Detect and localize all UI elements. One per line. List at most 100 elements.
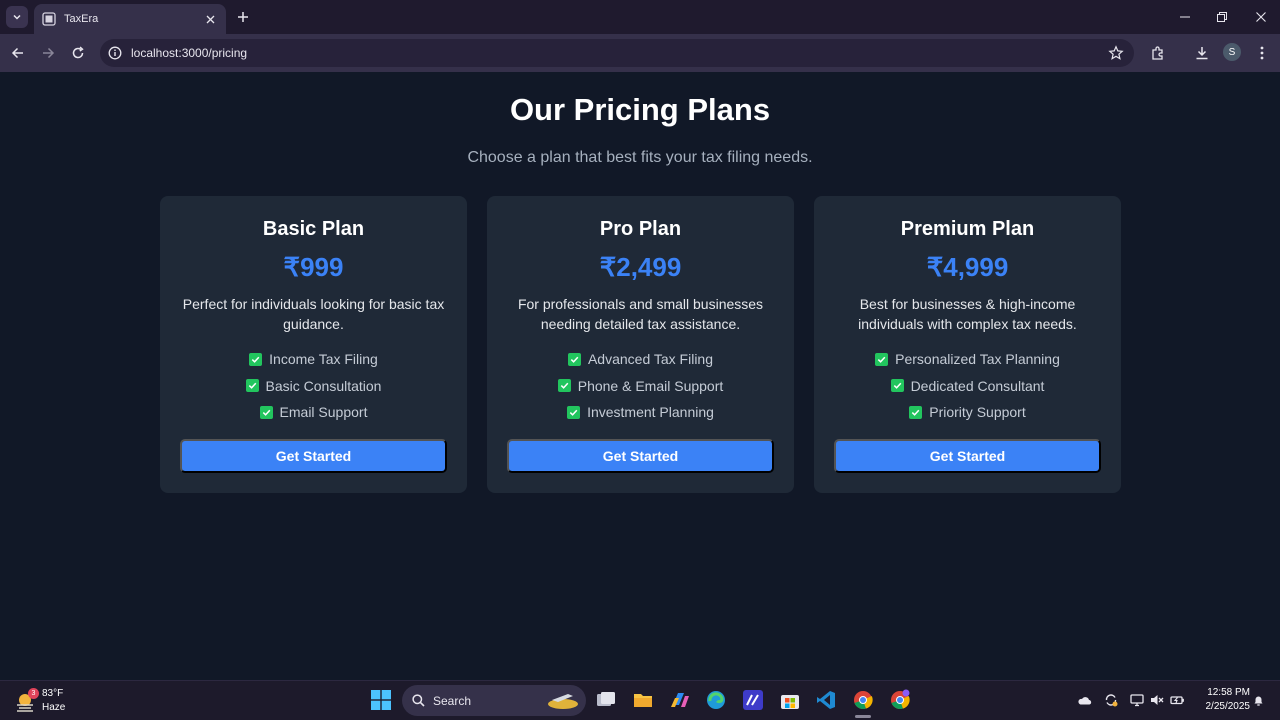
get-started-button-pro[interactable]: Get Started [507, 439, 774, 473]
plan-feature: Email Support [160, 399, 467, 426]
plan-feature: Phone & Email Support [487, 373, 794, 400]
minimize-icon [1180, 16, 1190, 18]
notification-bell-icon[interactable] [1250, 692, 1266, 708]
browser-menu-button[interactable] [1253, 44, 1271, 62]
restore-window-button[interactable] [1213, 8, 1231, 26]
vscode-icon[interactable] [815, 689, 837, 711]
arrow-left-icon [11, 47, 23, 59]
plan-description: Best for businesses & high-income indivi… [858, 296, 1077, 332]
checkmark-icon [909, 405, 923, 419]
new-tab-button[interactable] [234, 8, 252, 26]
network-icon[interactable] [1129, 692, 1145, 708]
browser-tab-active[interactable]: TaxEra [34, 4, 226, 34]
weather-temperature: 83°F [42, 688, 64, 699]
plan-feature: Priority Support [814, 399, 1121, 426]
close-icon [206, 15, 214, 23]
page-favicon-icon [42, 12, 56, 26]
edge-browser-icon[interactable] [705, 689, 727, 711]
active-app-indicator [855, 715, 871, 718]
plan-feature: Income Tax Filing [160, 346, 467, 373]
tab-title: TaxEra [64, 13, 99, 25]
plan-feature: Basic Consultation [160, 373, 467, 400]
plan-features: Advanced Tax Filing Phone & Email Suppor… [487, 346, 794, 426]
bookmark-star-icon[interactable] [1108, 45, 1124, 61]
tab-search-button[interactable] [6, 6, 28, 28]
microsoft-store-icon[interactable] [779, 689, 801, 711]
plan-feature: Advanced Tax Filing [487, 346, 794, 373]
reload-icon [72, 46, 84, 59]
back-button[interactable] [8, 43, 28, 63]
chrome-profile-icon[interactable] [889, 689, 911, 711]
minimize-window-button[interactable] [1176, 8, 1194, 26]
system-clock[interactable]: 12:58 PM 2/25/2025 [1190, 686, 1251, 714]
plan-feature-label: Email Support [279, 404, 368, 421]
plan-feature-label: Income Tax Filing [269, 351, 378, 368]
sync-icon[interactable] [1103, 692, 1119, 708]
pricing-page: Our Pricing Plans Choose a plan that bes… [0, 72, 1280, 680]
clock-time: 12:58 PM [1207, 687, 1250, 698]
checkmark-icon [249, 352, 263, 366]
battery-icon[interactable] [1169, 692, 1185, 708]
notification-badge: 3 [28, 688, 39, 699]
search-label: Search [433, 693, 472, 708]
plan-feature-label: Advanced Tax Filing [587, 351, 714, 368]
plan-price: ₹4,999 [926, 252, 1009, 282]
plan-description: For professionals and small businesses n… [517, 296, 764, 332]
checkmark-icon [875, 352, 889, 366]
downloads-button[interactable] [1193, 44, 1211, 62]
browser-tab-bar: TaxEra [0, 0, 1280, 34]
pricing-cards: Basic Plan ₹999 Perfect for individuals … [160, 196, 1121, 493]
plan-name: Pro Plan [599, 218, 682, 240]
chrome-icon[interactable] [852, 689, 874, 711]
windows-taskbar: 3 83°F Haze Search 12:58 PM 2/25/2025 [0, 680, 1280, 720]
arrow-right-icon [43, 47, 55, 59]
checkmark-icon [557, 379, 571, 393]
copilot-icon[interactable] [669, 689, 691, 711]
forward-button[interactable] [38, 43, 58, 63]
plan-features: Income Tax Filing Basic Consultation Ema… [160, 346, 467, 426]
chevron-down-icon [13, 14, 21, 20]
taskbar-search[interactable]: Search [402, 685, 586, 716]
windows-start-icon[interactable] [371, 690, 391, 710]
checkmark-icon [567, 405, 581, 419]
puzzle-icon [1152, 46, 1163, 60]
plan-name: Premium Plan [900, 218, 1035, 240]
task-view-icon[interactable] [595, 689, 617, 711]
plus-icon [238, 12, 248, 22]
address-bar[interactable]: localhost:3000/pricing [100, 39, 1134, 67]
clock-date: 2/25/2025 [1205, 701, 1251, 712]
reload-button[interactable] [68, 43, 88, 63]
search-highlight-icon [548, 694, 578, 709]
plan-feature: Investment Planning [487, 399, 794, 426]
code-app-icon[interactable] [742, 689, 764, 711]
page-title: Our Pricing Plans [509, 92, 771, 127]
plan-description: Perfect for individuals looking for basi… [182, 296, 445, 332]
file-explorer-icon[interactable] [632, 689, 654, 711]
weather-condition: Haze [42, 702, 66, 713]
get-started-button-basic[interactable]: Get Started [180, 439, 447, 473]
plan-price: ₹2,499 [599, 252, 682, 282]
volume-muted-icon[interactable] [1149, 692, 1165, 708]
checkmark-icon [890, 379, 904, 393]
close-window-button[interactable] [1252, 8, 1270, 26]
tab-close-button[interactable] [202, 11, 218, 27]
download-icon [1196, 47, 1208, 60]
extensions-button[interactable] [1149, 44, 1167, 62]
plan-card-premium: Premium Plan ₹4,999 Best for businesses … [814, 196, 1121, 493]
close-icon [1256, 12, 1266, 22]
weather-widget[interactable]: 3 83°F Haze [14, 686, 74, 716]
checkmark-icon [259, 405, 273, 419]
plan-features: Personalized Tax Planning Dedicated Cons… [814, 346, 1121, 426]
profile-avatar[interactable]: S [1223, 43, 1241, 61]
kebab-menu-icon [1260, 46, 1264, 60]
plan-name: Basic Plan [262, 218, 365, 240]
site-info-icon[interactable] [108, 46, 122, 60]
plan-card-pro: Pro Plan ₹2,499 For professionals and sm… [487, 196, 794, 493]
plan-feature-label: Dedicated Consultant [910, 377, 1045, 394]
onedrive-icon[interactable] [1076, 692, 1092, 708]
browser-toolbar: localhost:3000/pricing S [0, 34, 1280, 72]
get-started-button-premium[interactable]: Get Started [834, 439, 1101, 473]
plan-feature-label: Phone & Email Support [577, 377, 724, 394]
address-url[interactable]: localhost:3000/pricing [131, 46, 1108, 60]
search-icon [412, 694, 425, 707]
